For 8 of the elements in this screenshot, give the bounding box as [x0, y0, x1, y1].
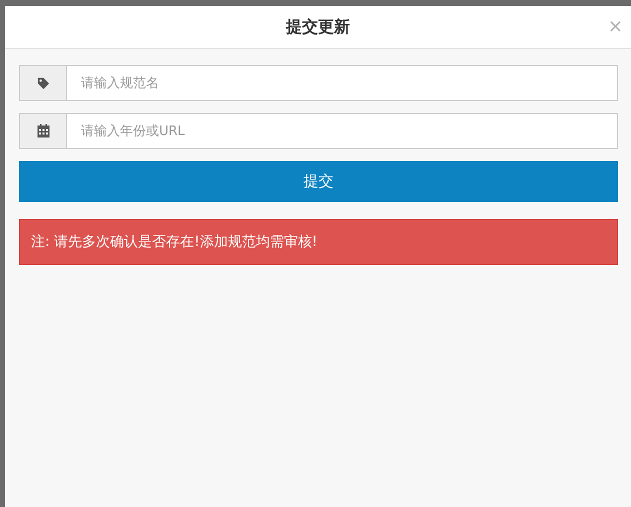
close-button[interactable]: × [606, 18, 625, 36]
warning-alert: 注: 请先多次确认是否存在!添加规范均需审核! [19, 219, 618, 265]
tag-icon [36, 76, 50, 90]
text-field[interactable]: 请输入规范名 [66, 65, 618, 101]
modal-title: 提交更新 [286, 16, 350, 38]
calendar-icon [36, 124, 50, 138]
text-field[interactable]: 请输入年份或URL [66, 113, 618, 149]
submit-button[interactable]: 提交 [19, 161, 618, 202]
